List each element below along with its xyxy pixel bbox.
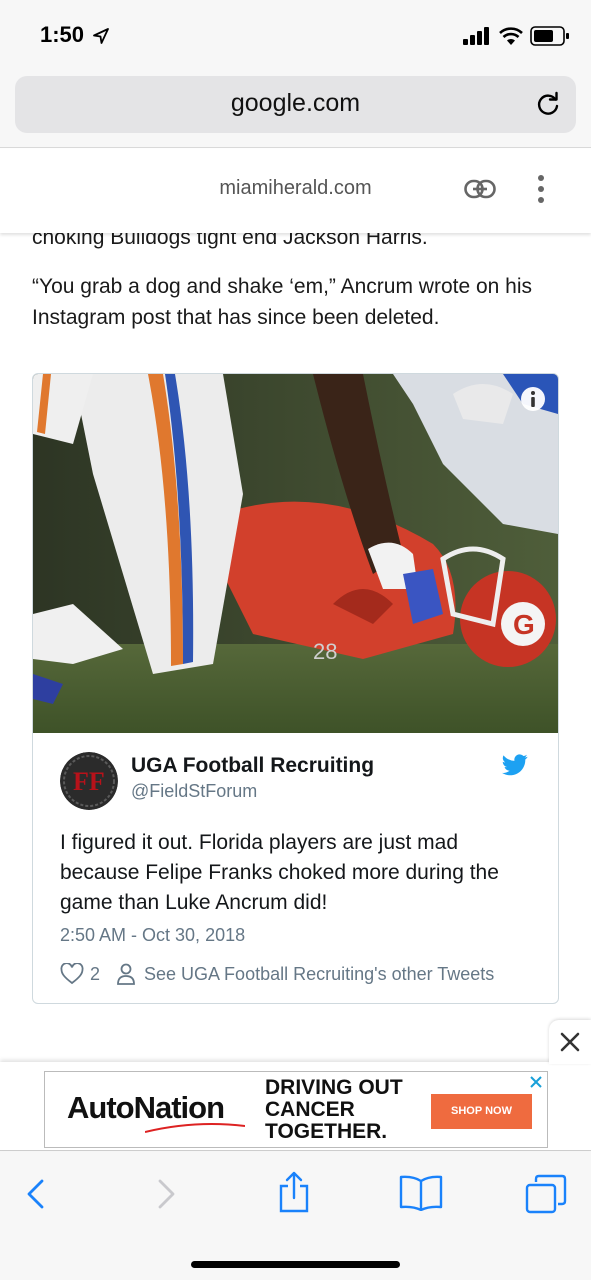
forward-icon[interactable]: [156, 1178, 178, 1210]
info-icon[interactable]: [521, 387, 545, 411]
article-paragraph: “You grab a dog and shake ‘em,” Ancrum w…: [32, 275, 533, 329]
url-text: google.com: [230, 89, 361, 117]
ad-tagline: DRIVING OUT CANCER TOGETHER.: [265, 1076, 403, 1143]
svg-text:G: G: [513, 609, 535, 640]
avatar[interactable]: FF: [60, 752, 118, 810]
home-indicator: [191, 1261, 400, 1268]
like-count[interactable]: 2: [90, 964, 100, 985]
svg-text:28: 28: [313, 639, 337, 664]
tweet-actions: 2 See UGA Football Recruiting's other Tw…: [60, 962, 494, 986]
safari-bottom-toolbar: [0, 1150, 591, 1280]
ad-close-button[interactable]: [549, 1020, 591, 1064]
article-body: choking Bulldogs tight end Jackson Harri…: [32, 222, 562, 333]
heart-icon[interactable]: [60, 963, 84, 985]
amp-header: miamiherald.com: [0, 149, 591, 233]
more-vertical-icon[interactable]: [531, 173, 551, 205]
wifi-icon: [499, 27, 523, 45]
url-field[interactable]: google.com: [15, 76, 576, 133]
bookmarks-icon[interactable]: [399, 1175, 443, 1211]
twitter-bird-icon[interactable]: [502, 754, 528, 776]
tweet-photo[interactable]: 28 G: [33, 374, 558, 733]
other-tweets-link[interactable]: See UGA Football Recruiting's other Twee…: [144, 964, 494, 985]
tweet-handle[interactable]: @FieldStForum: [131, 781, 257, 802]
status-bar: 1:50: [0, 0, 591, 70]
location-arrow-icon: [93, 28, 109, 44]
amp-domain[interactable]: miamiherald.com: [0, 177, 591, 200]
person-icon: [117, 963, 135, 985]
link-icon[interactable]: [464, 178, 496, 200]
signal-icon: [463, 27, 489, 45]
ad-choices-close-icon[interactable]: [529, 1075, 543, 1089]
close-icon: [560, 1032, 580, 1052]
status-time: 1:50: [40, 22, 85, 47]
ad-banner[interactable]: AutoNation DRIVING OUT CANCER TOGETHER. …: [44, 1071, 548, 1148]
battery-icon: [530, 26, 569, 46]
tweet-author[interactable]: UGA Football Recruiting: [131, 754, 374, 778]
tabs-icon[interactable]: [525, 1174, 567, 1214]
ad-cta-button[interactable]: SHOP NOW: [431, 1094, 532, 1129]
browser-toolbar: google.com: [0, 70, 591, 148]
embedded-tweet[interactable]: 28 G FF UGA Football Recruiting @FieldSt…: [32, 373, 559, 1004]
ad-container: AutoNation DRIVING OUT CANCER TOGETHER. …: [0, 1062, 591, 1150]
tweet-text: I figured it out. Florida players are ju…: [60, 831, 499, 914]
tweet-timestamp[interactable]: 2:50 AM - Oct 30, 2018: [60, 925, 245, 946]
share-icon[interactable]: [278, 1171, 310, 1213]
ad-brand: AutoNation: [67, 1090, 225, 1125]
back-icon[interactable]: [24, 1178, 46, 1210]
reload-icon[interactable]: [534, 90, 562, 118]
ad-logo-swoosh: [145, 1123, 245, 1133]
svg-text:FF: FF: [73, 767, 105, 796]
